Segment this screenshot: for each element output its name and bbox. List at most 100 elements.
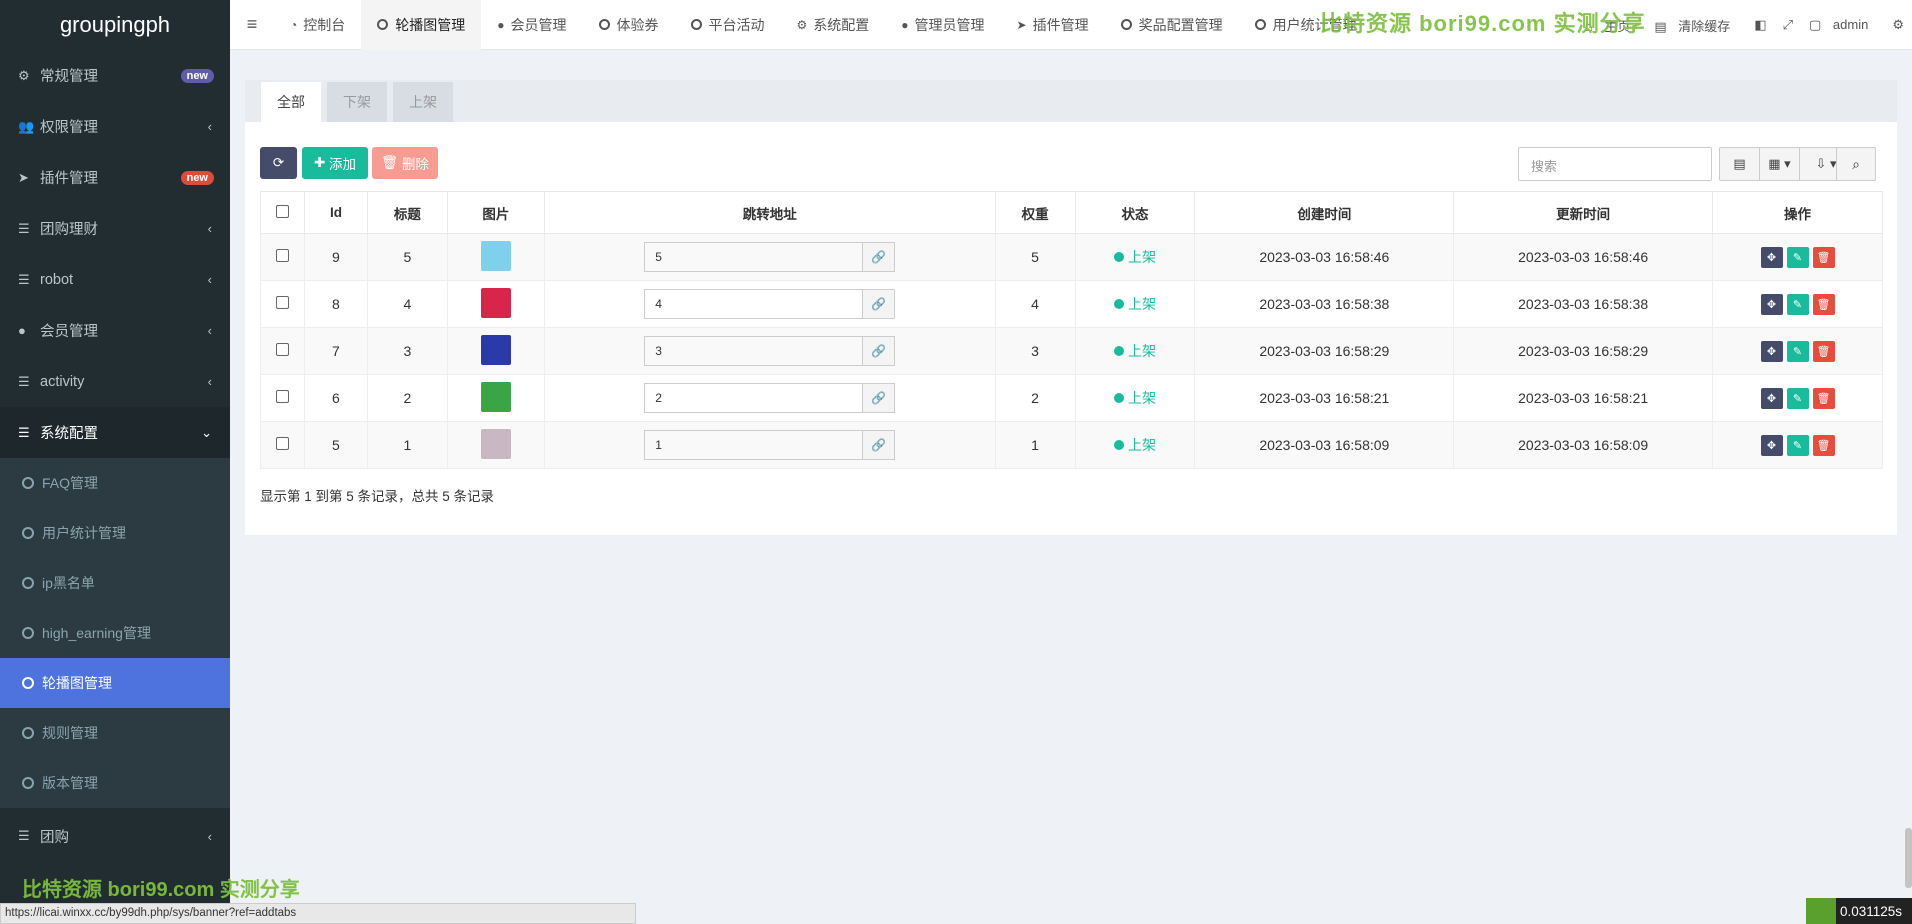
tab-prize-config[interactable]: 奖品配置管理 — [1105, 0, 1239, 50]
table-row[interactable]: 5 1 1 🔗 1 上架 2023-03-03 16:58:09 2023-03-03 16:… — [260, 421, 1883, 469]
tab-online[interactable]: 上架 — [393, 82, 453, 122]
sidebar-subitem-ip-blacklist[interactable]: ip黑名单 — [0, 558, 230, 608]
tab-members[interactable]: ● 会员管理 — [481, 0, 582, 50]
col-title[interactable]: 标题 — [366, 191, 448, 234]
drag-sort-button[interactable]: ✥ — [1760, 387, 1783, 409]
url-input[interactable]: 2 — [644, 383, 864, 413]
status-toggle[interactable]: 上架 — [1113, 437, 1156, 453]
app-logo[interactable]: groupingph — [0, 0, 230, 50]
sidebar-item-robot[interactable]: ☰ robot ‹ — [0, 254, 230, 305]
col-image[interactable]: 图片 — [446, 191, 545, 234]
banner-thumbnail[interactable] — [480, 334, 511, 365]
tab-plugins[interactable]: ➤ 插件管理 — [1001, 0, 1105, 50]
url-input[interactable]: 4 — [644, 289, 864, 319]
col-url[interactable]: 跳转地址 — [543, 191, 996, 234]
banner-thumbnail[interactable] — [480, 287, 511, 318]
settings-icon[interactable]: ⚙ — [1892, 17, 1904, 33]
drag-sort-button[interactable]: ✥ — [1760, 434, 1783, 456]
sidebar-item-group-finance[interactable]: ☰ 团购理财 ‹ — [0, 203, 230, 254]
tab-offline[interactable]: 下架 — [327, 82, 387, 122]
cell-image — [446, 421, 545, 469]
edit-button[interactable]: ✎ — [1786, 434, 1809, 456]
select-all-checkbox[interactable] — [275, 204, 289, 218]
tab-vouchers[interactable]: 体验券 — [583, 0, 675, 50]
edit-button[interactable]: ✎ — [1786, 246, 1809, 268]
search-icon: ⌕ — [1852, 155, 1860, 172]
table-row[interactable]: 9 5 5 🔗 5 上架 2023-03-03 16:58:46 2023-03-03 16:… — [260, 233, 1883, 281]
tab-dashboard[interactable]: ◔ 控制台 — [274, 0, 361, 50]
delete-row-button[interactable]: 🗑 — [1812, 387, 1835, 409]
delete-row-button[interactable]: 🗑 — [1812, 340, 1835, 362]
col-weight[interactable]: 权重 — [994, 191, 1076, 234]
banner-thumbnail[interactable] — [480, 428, 511, 459]
link-button[interactable]: 🔗 — [863, 430, 896, 460]
edit-button[interactable]: ✎ — [1786, 387, 1809, 409]
col-status[interactable]: 状态 — [1074, 191, 1196, 234]
link-button[interactable]: 🔗 — [863, 289, 896, 319]
sidebar-item-group-buy[interactable]: ☰ 团购 ‹ — [0, 808, 230, 864]
link-button[interactable]: 🔗 — [863, 242, 896, 272]
delete-row-button[interactable]: 🗑 — [1812, 434, 1835, 456]
status-toggle[interactable]: 上架 — [1113, 249, 1156, 265]
clear-cache-button[interactable]: ▤ 清除缓存 — [1654, 16, 1738, 35]
delete-row-button[interactable]: 🗑 — [1812, 293, 1835, 315]
tab-platform-activity[interactable]: 平台活动 — [675, 0, 781, 50]
sidebar-subitem-faq[interactable]: FAQ管理 — [0, 458, 230, 508]
sidebar-item-activity[interactable]: ☰ activity ‹ — [0, 356, 230, 407]
cell-id: 8 — [303, 280, 368, 328]
columns-button[interactable]: ▦ ▾ — [1760, 148, 1800, 180]
row-checkbox[interactable] — [275, 390, 289, 403]
add-button[interactable]: ✚ 添加 — [302, 147, 368, 179]
sidebar-item-system-config[interactable]: ☰ 系统配置 ⌄ — [0, 407, 230, 458]
row-checkbox[interactable] — [275, 296, 289, 309]
language-icon[interactable]: ◧ — [1754, 17, 1766, 33]
sidebar-subitem-rules[interactable]: 规则管理 — [0, 708, 230, 758]
banner-thumbnail[interactable] — [480, 381, 511, 412]
table-row[interactable]: 8 4 4 🔗 4 上架 2023-03-03 16:58:38 2023-03-03 16:… — [260, 280, 1883, 328]
row-checkbox[interactable] — [275, 249, 289, 262]
url-input[interactable]: 5 — [644, 242, 864, 272]
sidebar-subitem-high-earning[interactable]: high_earning管理 — [0, 608, 230, 658]
advanced-search-button[interactable]: ⌕ — [1836, 147, 1876, 181]
tab-all[interactable]: 全部 — [261, 82, 321, 122]
drag-sort-button[interactable]: ✥ — [1760, 293, 1783, 315]
edit-button[interactable]: ✎ — [1786, 293, 1809, 315]
row-checkbox[interactable] — [275, 437, 289, 450]
fullscreen-icon[interactable]: ⤢ — [1783, 17, 1793, 33]
search-input[interactable]: 搜索 — [1518, 147, 1712, 181]
delete-row-button[interactable]: 🗑 — [1812, 246, 1835, 268]
refresh-button[interactable]: ⟳ — [260, 147, 297, 179]
drag-sort-button[interactable]: ✥ — [1760, 340, 1783, 362]
url-input[interactable]: 1 — [644, 430, 864, 460]
tab-system-config[interactable]: ⚙ 系统配置 — [781, 0, 886, 50]
sidebar-item-permissions[interactable]: 👥 权限管理 ‹ — [0, 101, 230, 152]
sidebar-item-members[interactable]: ● 会员管理 ‹ — [0, 305, 230, 356]
col-created[interactable]: 创建时间 — [1194, 191, 1455, 234]
table-row[interactable]: 6 2 2 🔗 2 上架 2023-03-03 16:58:21 2023-03-03 16:… — [260, 374, 1883, 422]
sidebar-item-general[interactable]: ⚙ 常规管理 new — [0, 50, 230, 101]
sidebar-item-plugins[interactable]: ➤ 插件管理 new — [0, 152, 230, 203]
sidebar-subitem-user-stats[interactable]: 用户统计管理 — [0, 508, 230, 558]
row-checkbox[interactable] — [275, 343, 289, 356]
url-input[interactable]: 3 — [644, 336, 864, 366]
sidebar-subitem-banner[interactable]: 轮播图管理 — [0, 658, 230, 708]
toggle-view-button[interactable]: ▤ — [1720, 148, 1760, 180]
delete-button[interactable]: 🗑 删除 — [372, 147, 438, 179]
col-id[interactable]: Id — [303, 191, 368, 234]
status-toggle[interactable]: 上架 — [1113, 343, 1156, 359]
user-avatar[interactable]: ▢ admin — [1809, 17, 1876, 33]
link-button[interactable]: 🔗 — [863, 336, 896, 366]
menu-toggle-icon[interactable]: ≡ — [230, 14, 274, 35]
tab-admins[interactable]: ● 管理员管理 — [885, 0, 1000, 50]
drag-sort-button[interactable]: ✥ — [1760, 246, 1783, 268]
link-button[interactable]: 🔗 — [863, 383, 896, 413]
table-row[interactable]: 7 3 3 🔗 3 上架 2023-03-03 16:58:29 2023-03-03 16:… — [260, 327, 1883, 375]
status-toggle[interactable]: 上架 — [1113, 390, 1156, 406]
tab-banner[interactable]: 轮播图管理 — [361, 0, 482, 50]
sidebar-subitem-version[interactable]: 版本管理 — [0, 758, 230, 808]
banner-thumbnail[interactable] — [480, 240, 511, 271]
scrollbar[interactable] — [1905, 828, 1912, 888]
edit-button[interactable]: ✎ — [1786, 340, 1809, 362]
status-toggle[interactable]: 上架 — [1113, 296, 1156, 312]
col-updated[interactable]: 更新时间 — [1453, 191, 1714, 234]
